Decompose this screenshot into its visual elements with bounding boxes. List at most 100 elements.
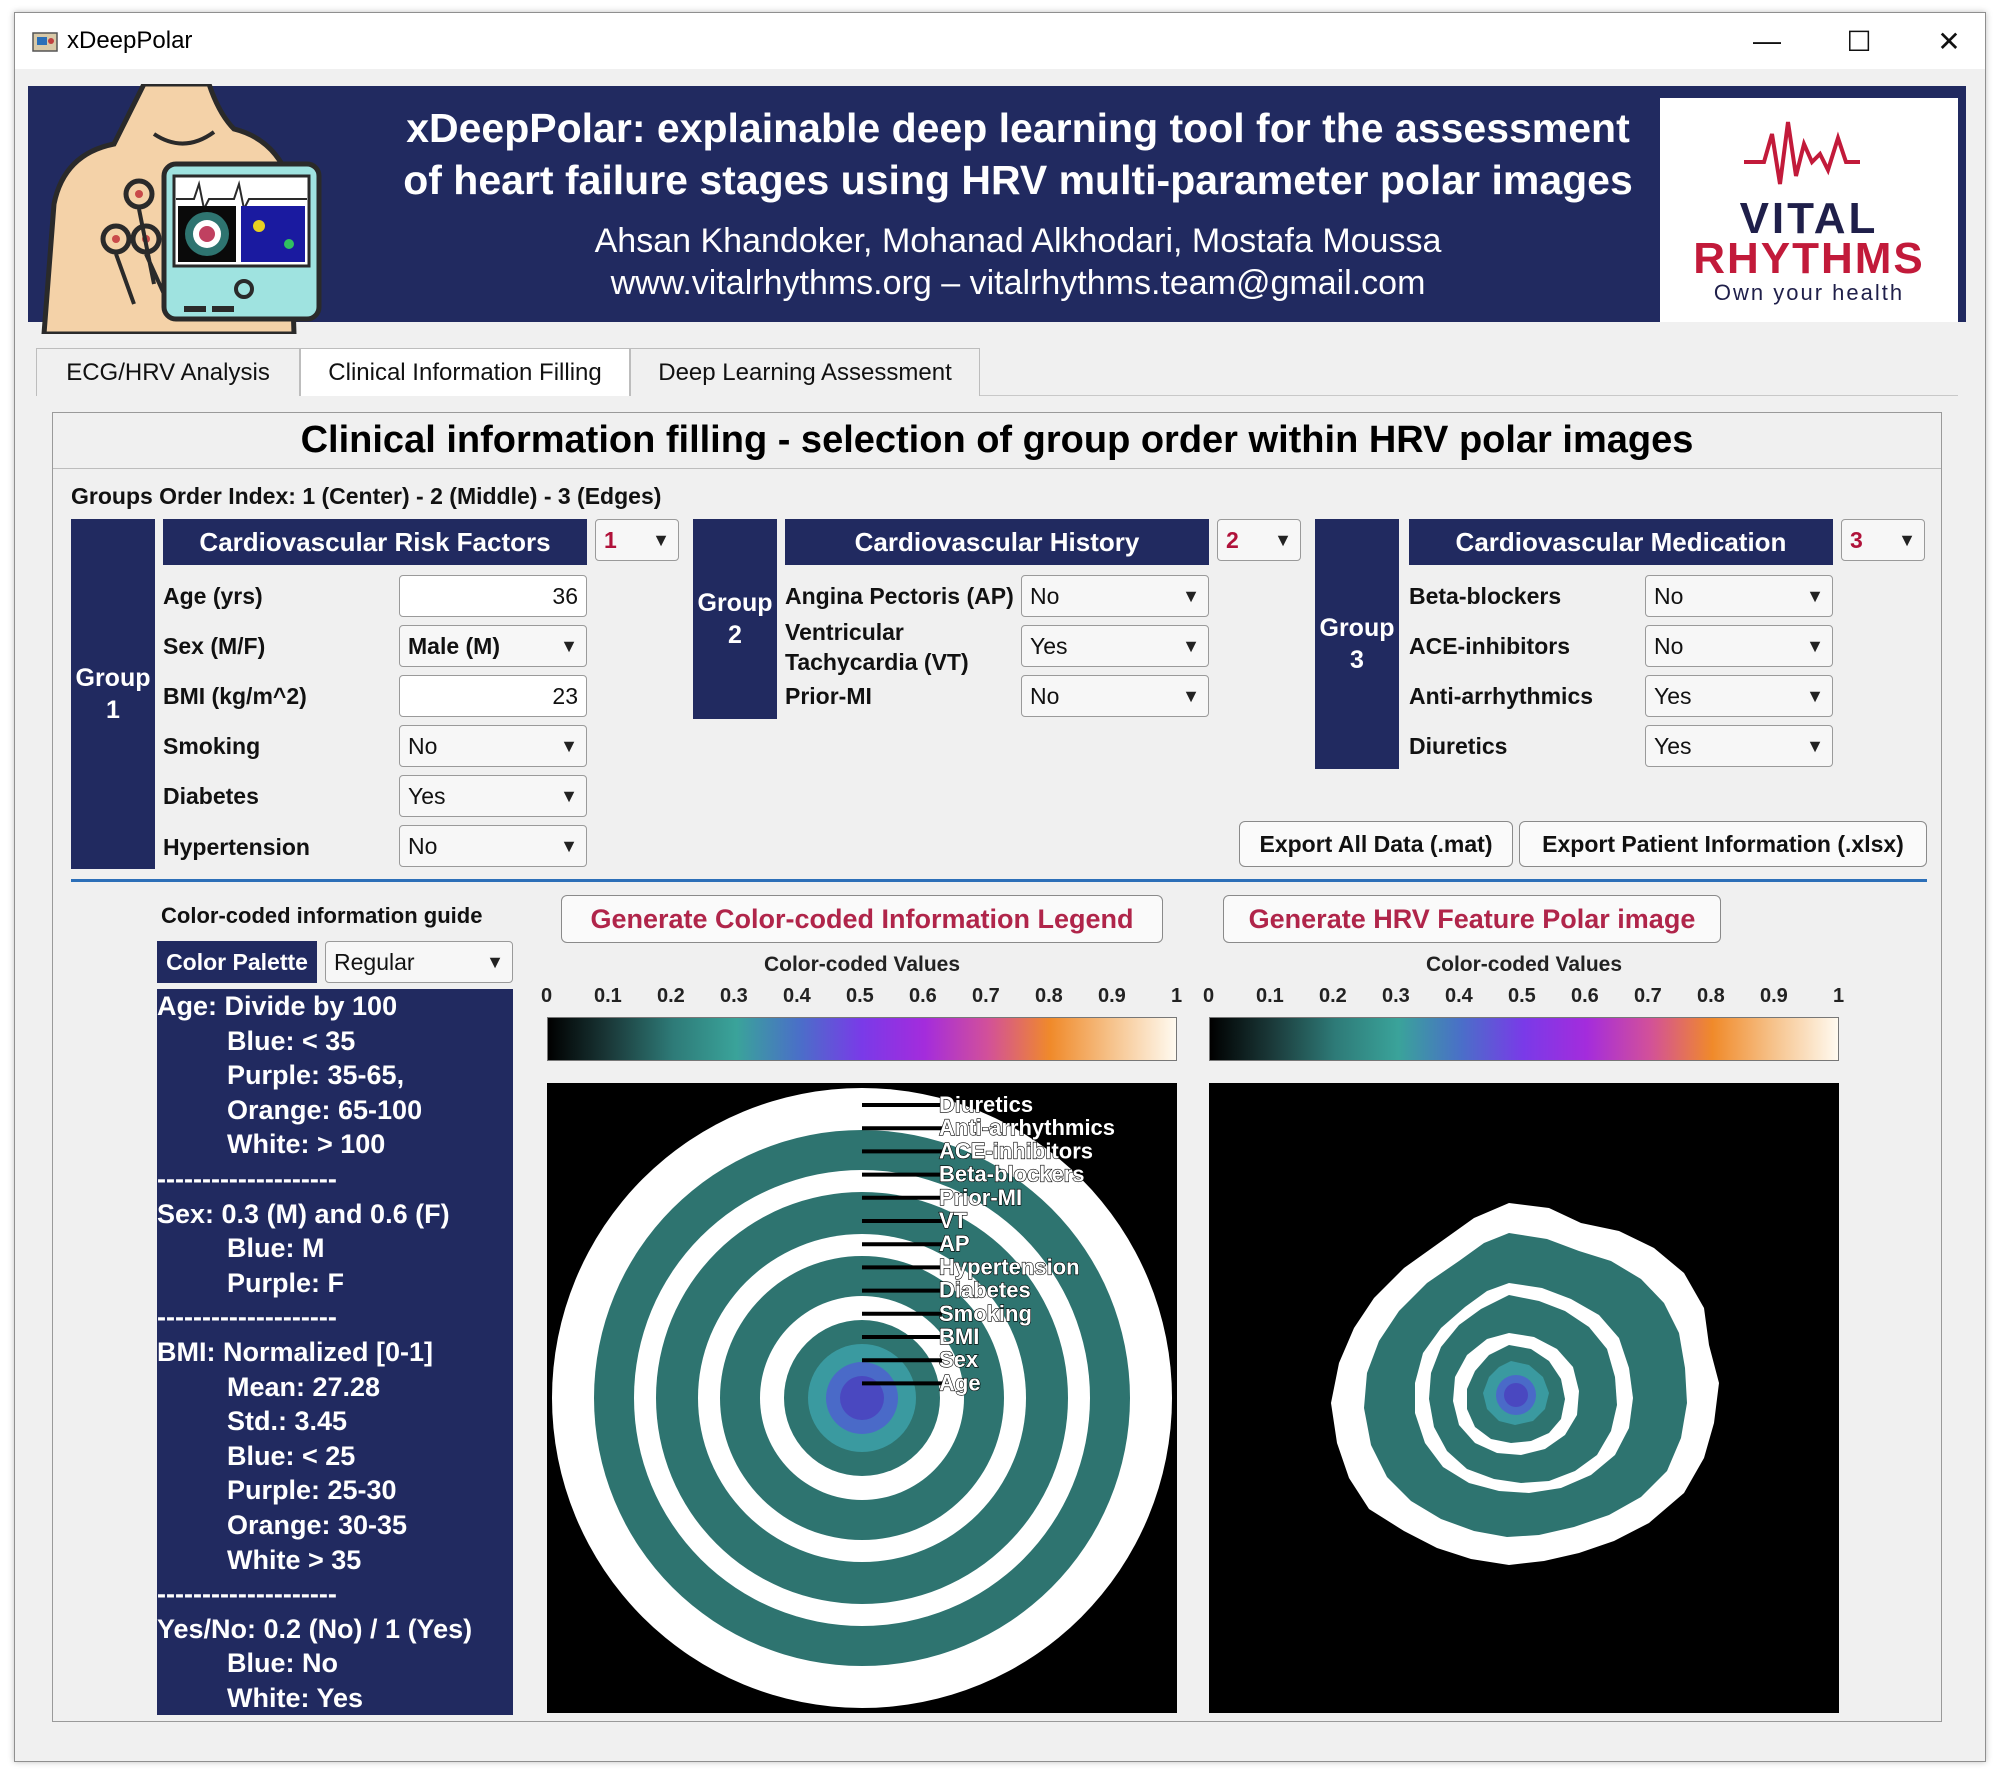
- bmi-field[interactable]: 23: [399, 675, 587, 717]
- group1-order-value: 1: [604, 526, 617, 553]
- diuretics-select[interactable]: Yes ▼: [1645, 725, 1833, 767]
- colorbar-tick-label: 0.2: [1319, 985, 1347, 1007]
- guide-title: Color-coded information guide: [161, 903, 483, 928]
- chevron-down-icon: ▼: [560, 735, 578, 756]
- group3-order-select[interactable]: 3 ▼: [1841, 519, 1925, 561]
- colorbar-tick-label: 0.8: [1035, 985, 1063, 1007]
- color-palette-value: Regular: [334, 948, 415, 975]
- section-divider: [71, 879, 1927, 882]
- group3-label-number: 3: [1350, 646, 1364, 674]
- group3-label: Group 3: [1315, 519, 1399, 769]
- minimize-icon: —: [1753, 25, 1781, 56]
- vital-rhythms-logo: VITAL RHYTHMS Own your health: [1660, 98, 1958, 322]
- banner-title-line2: of heart failure stages using HRV multi-…: [403, 157, 1633, 203]
- group1-header: Cardiovascular Risk Factors: [163, 519, 587, 565]
- vt-value: Yes: [1030, 632, 1068, 659]
- generate-legend-button[interactable]: Generate Color-coded Information Legend: [561, 895, 1163, 943]
- chevron-down-icon: ▼: [1182, 585, 1200, 606]
- age-field[interactable]: 36: [399, 575, 587, 617]
- vt-label-line1: Ventricular: [785, 619, 904, 645]
- colorbar-tick-label: 0.1: [1256, 985, 1284, 1007]
- legend-label: Sex: [939, 1347, 979, 1372]
- guide-line: Blue: M: [227, 1233, 325, 1264]
- vt-select[interactable]: Yes ▼: [1021, 625, 1209, 667]
- chevron-down-icon: ▼: [1806, 685, 1824, 706]
- guide-line: Orange: 30-35: [227, 1509, 408, 1540]
- ace-inhibitors-value: No: [1654, 632, 1684, 659]
- tab-clinical-information-filling[interactable]: Clinical Information Filling: [300, 348, 630, 396]
- group1-order-select[interactable]: 1 ▼: [595, 519, 679, 561]
- chevron-down-icon: ▼: [1182, 685, 1200, 706]
- sex-select[interactable]: Male (M) ▼: [399, 625, 587, 667]
- group2-order-value: 2: [1226, 526, 1239, 553]
- angina-select[interactable]: No ▼: [1021, 575, 1209, 617]
- diabetes-value: Yes: [408, 782, 446, 809]
- guide-line: White: > 100: [227, 1129, 386, 1160]
- hypertension-value: No: [408, 832, 438, 859]
- ace-inhibitors-label: ACE-inhibitors: [1409, 633, 1570, 659]
- sex-value: Male (M): [408, 632, 500, 659]
- diuretics-label: Diuretics: [1409, 733, 1508, 759]
- guide-line: --------------------: [157, 1302, 337, 1333]
- colorbar-tick-label: 1: [1171, 985, 1183, 1007]
- angina-value: No: [1030, 582, 1060, 609]
- bmi-label: BMI (kg/m^2): [163, 683, 307, 709]
- legend-label: VT: [939, 1208, 968, 1233]
- maximize-button[interactable]: ☐: [1813, 13, 1905, 69]
- prior-mi-select[interactable]: No ▼: [1021, 675, 1209, 717]
- prior-mi-value: No: [1030, 682, 1060, 709]
- group3-header: Cardiovascular Medication: [1409, 519, 1833, 565]
- group2-order-select[interactable]: 2 ▼: [1217, 519, 1301, 561]
- ace-inhibitors-select[interactable]: No ▼: [1645, 625, 1833, 667]
- generate-polar-image-button[interactable]: Generate HRV Feature Polar image: [1223, 895, 1721, 943]
- heartbeat-icon: [1744, 121, 1860, 185]
- group2-header: Cardiovascular History: [785, 519, 1209, 565]
- chevron-down-icon: ▼: [560, 785, 578, 806]
- color-palette-label: Color Palette: [157, 941, 317, 983]
- beta-blockers-select[interactable]: No ▼: [1645, 575, 1833, 617]
- sex-label: Sex (M/F): [163, 633, 266, 659]
- close-button[interactable]: ✕: [1903, 13, 1995, 69]
- banner-title-line1: xDeepPolar: explainable deep learning to…: [406, 105, 1630, 151]
- tab-deep-learning-assessment[interactable]: Deep Learning Assessment: [630, 348, 980, 396]
- colorbar-tick-label: 0.7: [972, 985, 1000, 1007]
- diabetes-label: Diabetes: [163, 783, 259, 809]
- banner-title: xDeepPolar: explainable deep learning to…: [328, 102, 1708, 206]
- logo-tagline: Own your health: [1713, 280, 1905, 305]
- legend-label: BMI: [939, 1324, 979, 1349]
- minimize-button[interactable]: —: [1721, 13, 1813, 69]
- guide-line: Purple: 35-65,: [227, 1060, 405, 1091]
- group1-label-word: Group: [75, 664, 151, 692]
- colorbar-tick-label: 0.5: [1508, 985, 1536, 1007]
- export-all-data-button[interactable]: Export All Data (.mat): [1239, 821, 1513, 867]
- chevron-down-icon: ▼: [1806, 585, 1824, 606]
- chevron-down-icon: ▼: [1806, 735, 1824, 756]
- export-patient-info-button[interactable]: Export Patient Information (.xlsx): [1519, 821, 1927, 867]
- smoking-select[interactable]: No ▼: [399, 725, 587, 767]
- guide-line: Yes/No: 0.2 (No) / 1 (Yes): [157, 1613, 473, 1644]
- guide-line: White > 35: [227, 1544, 362, 1575]
- anti-arrhythmics-select[interactable]: Yes ▼: [1645, 675, 1833, 717]
- tab-ecg-hrv-analysis[interactable]: ECG/HRV Analysis: [36, 348, 300, 396]
- colorbar-tick-label: 0: [1203, 985, 1215, 1007]
- smoking-value: No: [408, 732, 438, 759]
- colorbar-tick-label: 1: [1833, 985, 1845, 1007]
- groups-order-index: Groups Order Index: 1 (Center) - 2 (Midd…: [71, 483, 662, 509]
- maximize-icon: ☐: [1846, 25, 1872, 57]
- close-icon: ✕: [1937, 25, 1961, 57]
- banner-authors: Ahsan Khandoker, Mohanad Alkhodari, Most…: [594, 222, 1442, 260]
- diabetes-select[interactable]: Yes ▼: [399, 775, 587, 817]
- polar-core-dot: [1504, 1383, 1528, 1407]
- legend-label: AP: [939, 1231, 970, 1256]
- guide-line: Age: Divide by 100: [157, 991, 398, 1021]
- legend-label: ACE-inhibitors: [939, 1138, 1093, 1163]
- guide-line: White: Yes: [227, 1682, 364, 1713]
- hypertension-select[interactable]: No ▼: [399, 825, 587, 867]
- panel-heading: Clinical information filling - selection…: [53, 413, 1941, 469]
- colorbar-tick-label: 0.9: [1098, 985, 1126, 1007]
- guide-line: Sex: 0.3 (M) and 0.6 (F): [157, 1198, 450, 1229]
- color-palette-select[interactable]: Regular ▼: [325, 941, 513, 983]
- chevron-down-icon: ▼: [652, 529, 670, 550]
- polar-colorbar-title: Color-coded Values: [1425, 953, 1623, 976]
- angina-label: Angina Pectoris (AP): [785, 583, 1014, 609]
